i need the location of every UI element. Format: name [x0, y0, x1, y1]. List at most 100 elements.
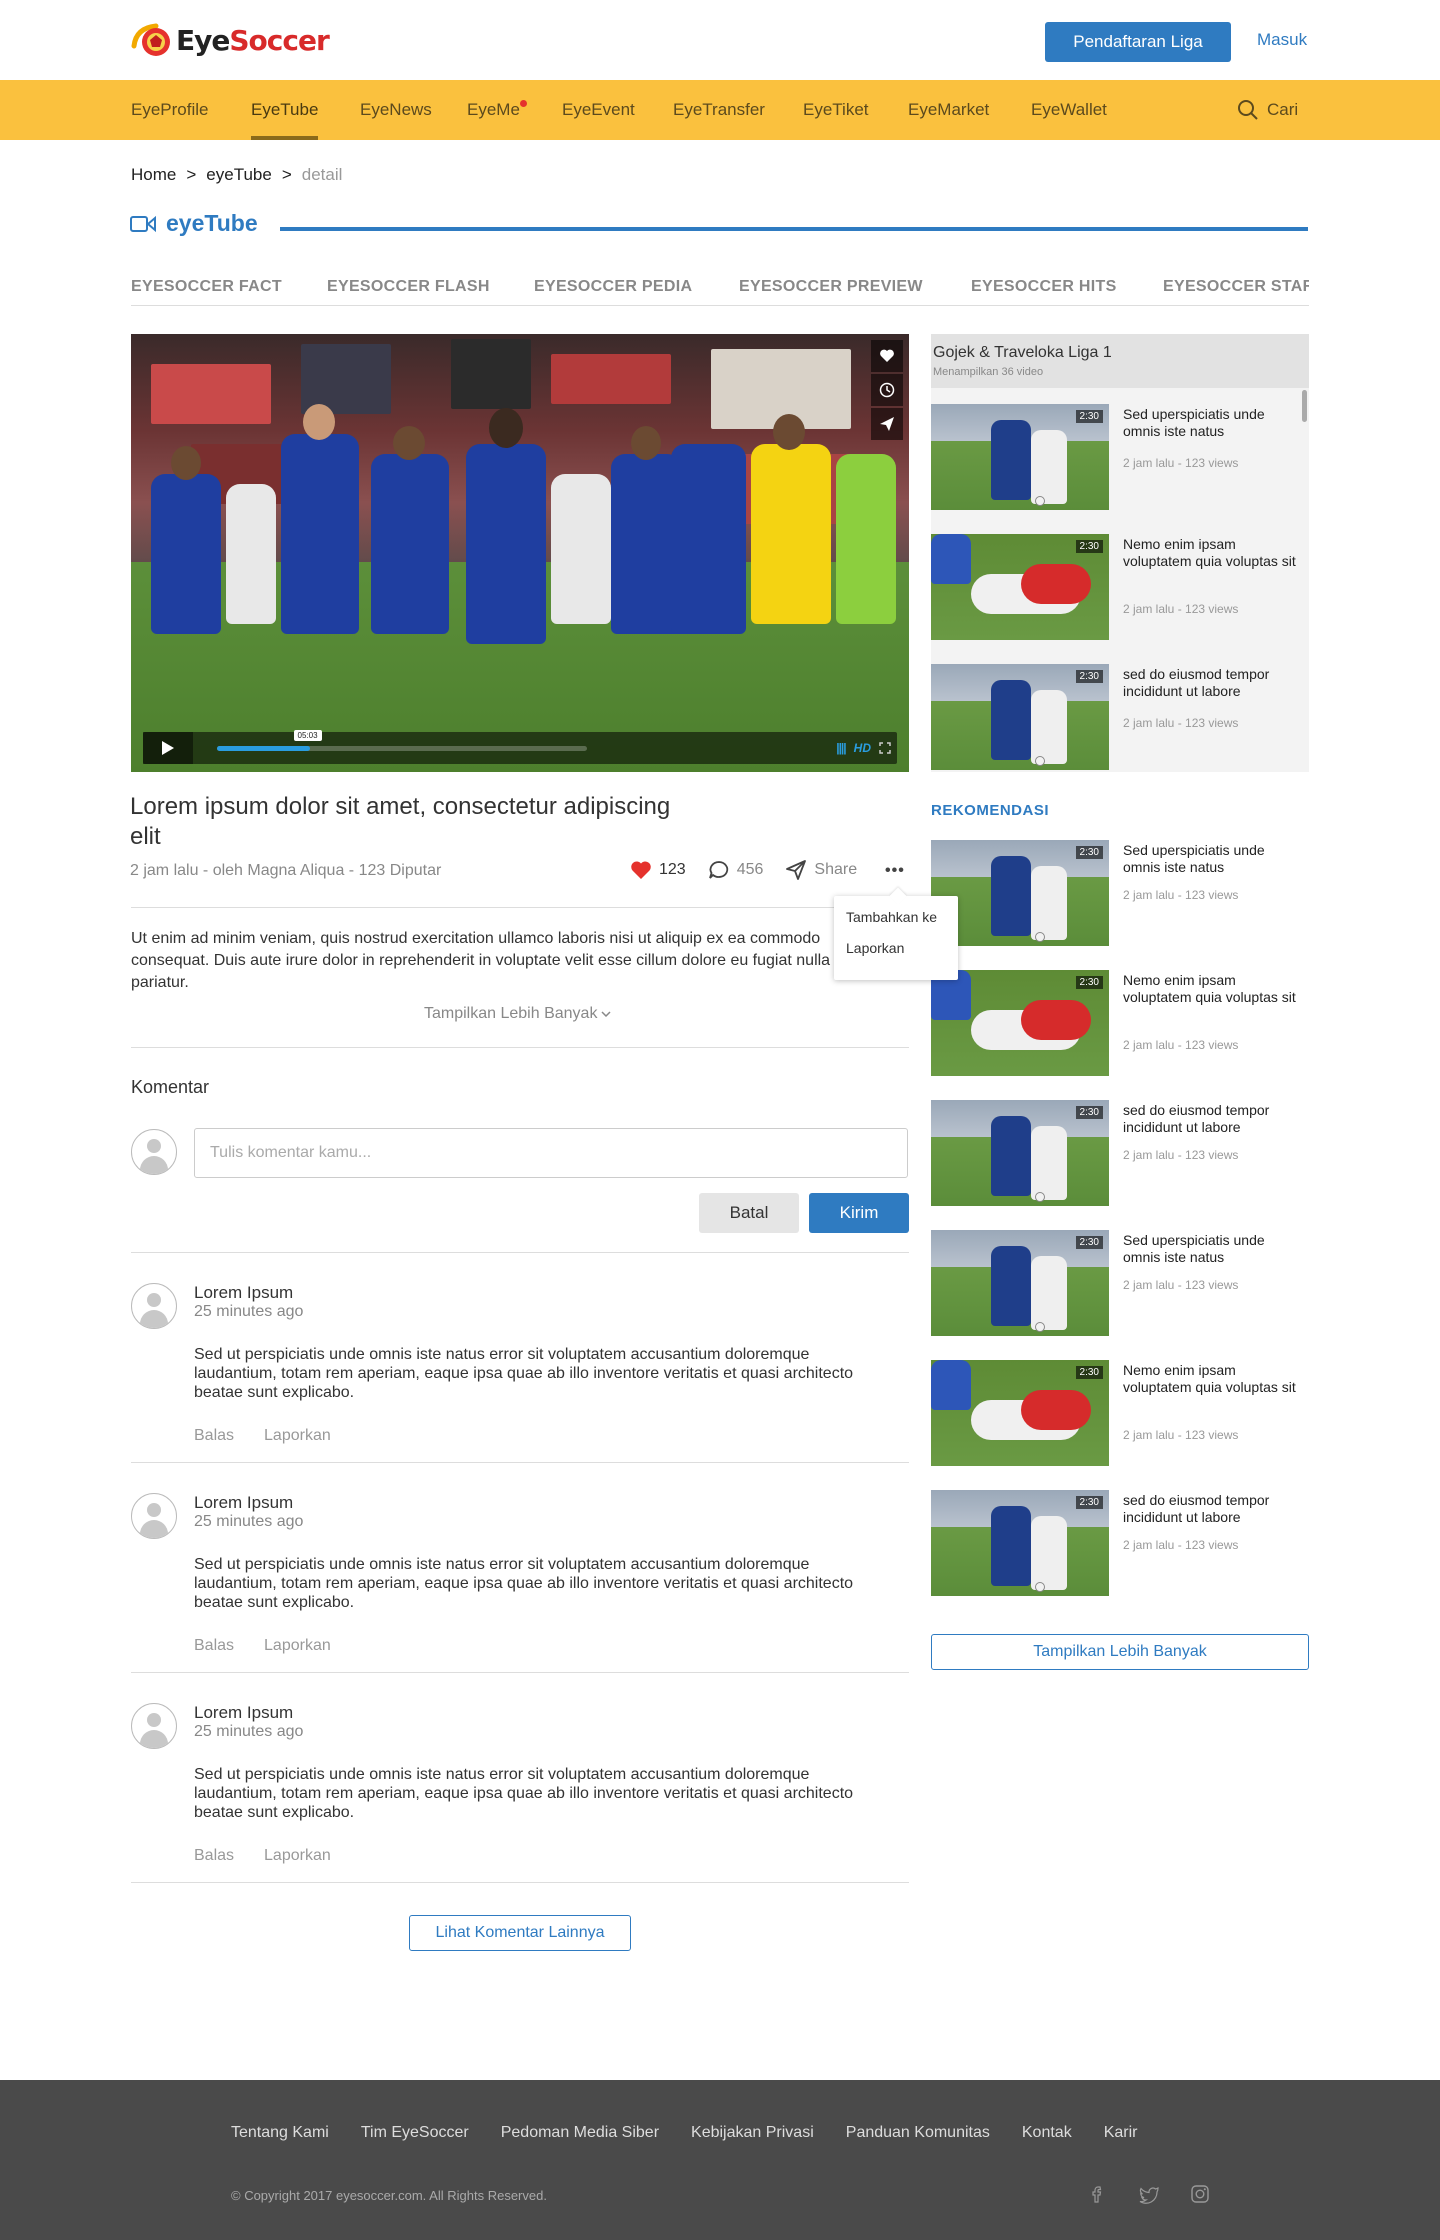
- video-duration: 2:30: [1075, 1366, 1103, 1379]
- reply-button[interactable]: Balas: [194, 1427, 234, 1444]
- logo-text-soccer: Soccer: [229, 23, 329, 57]
- nav-item-eyeprofile[interactable]: EyeProfile: [131, 80, 208, 140]
- cancel-button[interactable]: Batal: [699, 1193, 799, 1233]
- category-tabs: EYESOCCER FACT EYESOCCER FLASH EYESOCCER…: [131, 268, 1309, 306]
- nav-item-eyewallet[interactable]: EyeWallet: [1031, 80, 1107, 140]
- comment-text: Sed ut perspiciatis unde omnis iste natu…: [194, 1346, 854, 1401]
- breadcrumb-current: detail: [301, 165, 343, 184]
- divider: [131, 907, 909, 908]
- nav-item-eyeevent[interactable]: EyeEvent: [562, 80, 635, 140]
- chevron-down-icon: [601, 1011, 611, 1018]
- login-link[interactable]: Masuk: [1257, 30, 1307, 50]
- nav-item-eyeme[interactable]: EyeMe: [467, 80, 527, 140]
- nav-item-eyetiket[interactable]: EyeTiket: [803, 80, 869, 140]
- player-control-bar: 05:03 |||| HD: [143, 730, 897, 764]
- video-thumbnail: 2:30: [931, 970, 1109, 1076]
- register-league-button[interactable]: Pendaftaran Liga: [1045, 22, 1231, 62]
- recommended-item[interactable]: 2:30 Sed uperspiciatis unde omnis iste n…: [931, 840, 1309, 948]
- quality-toggle[interactable]: HD: [854, 741, 871, 755]
- tab-eyesoccer-preview[interactable]: EYESOCCER PREVIEW: [739, 278, 923, 296]
- facebook-icon[interactable]: [1088, 2184, 1108, 2204]
- recommended-item[interactable]: 2:30 sed do eiusmod tempor incididunt ut…: [931, 1490, 1309, 1598]
- playlist-item[interactable]: 2:30 sed do eiusmod tempor incididunt ut…: [931, 664, 1309, 772]
- social-links: [1088, 2184, 1210, 2204]
- show-more-description-button[interactable]: Tampilkan Lebih Banyak: [424, 1005, 611, 1023]
- footer-link-community[interactable]: Panduan Komunitas: [846, 2124, 990, 2142]
- recommended-item[interactable]: 2:30 Nemo enim ipsam voluptatem quia vol…: [931, 970, 1309, 1078]
- more-options-button[interactable]: •••: [885, 862, 905, 880]
- comment-input[interactable]: [194, 1128, 908, 1178]
- recommended-item[interactable]: 2:30 Nemo enim ipsam voluptatem quia vol…: [931, 1360, 1309, 1468]
- more-comments-button[interactable]: Lihat Komentar Lainnya: [409, 1915, 631, 1951]
- video-description: Ut enim ad minim veniam, quis nostrud ex…: [131, 930, 831, 991]
- comment-time: 25 minutes ago: [194, 1303, 304, 1320]
- video-title: Nemo enim ipsam voluptatem quia voluptas…: [1123, 972, 1296, 1005]
- footer-link-contact[interactable]: Kontak: [1022, 2124, 1072, 2142]
- send-comment-button[interactable]: Kirim: [809, 1193, 909, 1233]
- share-video-button[interactable]: [871, 408, 903, 440]
- footer-link-about[interactable]: Tentang Kami: [231, 2124, 329, 2142]
- tab-eyesoccer-hits[interactable]: EYESOCCER HITS: [971, 278, 1117, 296]
- tab-eyesoccer-star[interactable]: EYESOCCER STAR: [1163, 278, 1309, 296]
- nav-item-eyetransfer[interactable]: EyeTransfer: [673, 80, 765, 140]
- comment-count-button[interactable]: 456: [708, 860, 763, 880]
- fullscreen-icon[interactable]: [879, 742, 891, 754]
- divider: [131, 1047, 909, 1048]
- video-title: Sed uperspiciatis unde omnis iste natus: [1123, 1232, 1265, 1265]
- comment-text: Sed ut perspiciatis unde omnis iste natu…: [194, 1556, 854, 1611]
- seek-bar[interactable]: 05:03: [217, 730, 587, 751]
- like-count: 123: [659, 861, 686, 878]
- video-thumbnail: 2:30: [931, 1100, 1109, 1206]
- like-button[interactable]: 123: [630, 860, 686, 880]
- footer-link-team[interactable]: Tim EyeSoccer: [361, 2124, 469, 2142]
- menu-item-add-to[interactable]: Tambahkan ke: [846, 906, 946, 937]
- playlist-item[interactable]: 2:30 Nemo enim ipsam voluptatem quia vol…: [931, 534, 1309, 642]
- playlist-count: Menampilkan 36 video: [933, 366, 1044, 378]
- video-title: Sed uperspiciatis unde omnis iste natus: [1123, 842, 1265, 875]
- twitter-icon[interactable]: [1138, 2184, 1160, 2204]
- video-duration: 2:30: [1075, 670, 1103, 683]
- divider: [131, 1672, 909, 1673]
- video-title: sed do eiusmod tempor incididunt ut labo…: [1123, 1102, 1270, 1135]
- video-title: Sed uperspiciatis unde omnis iste natus: [1123, 406, 1265, 439]
- playlist-item[interactable]: 2:30 Sed uperspiciatis unde omnis iste n…: [931, 404, 1309, 512]
- video-duration: 2:30: [1075, 1496, 1103, 1509]
- report-button[interactable]: Laporkan: [264, 1427, 331, 1444]
- copyright-text: © Copyright 2017 eyesoccer.com. All Righ…: [231, 2188, 547, 2203]
- breadcrumb-eyetube[interactable]: eyeTube: [206, 165, 272, 184]
- menu-item-report[interactable]: Laporkan: [846, 937, 946, 968]
- share-button[interactable]: Share: [785, 860, 857, 880]
- reply-button[interactable]: Balas: [194, 1637, 234, 1654]
- nav-item-eyemarket[interactable]: EyeMarket: [908, 80, 989, 140]
- reply-button[interactable]: Balas: [194, 1847, 234, 1864]
- video-duration: 2:30: [1075, 410, 1103, 423]
- tab-eyesoccer-pedia[interactable]: EYESOCCER PEDIA: [534, 278, 692, 296]
- show-more-recommendations-button[interactable]: Tampilkan Lebih Banyak: [931, 1634, 1309, 1670]
- report-button[interactable]: Laporkan: [264, 1637, 331, 1654]
- breadcrumb-home[interactable]: Home: [131, 165, 176, 184]
- volume-bars-icon[interactable]: ||||: [836, 741, 846, 755]
- nav-item-eyenews[interactable]: EyeNews: [360, 80, 432, 140]
- like-video-button[interactable]: [871, 340, 903, 372]
- tab-eyesoccer-fact[interactable]: EYESOCCER FACT: [131, 278, 282, 296]
- footer-link-career[interactable]: Karir: [1104, 2124, 1138, 2142]
- show-more-label: Tampilkan Lebih Banyak: [424, 1005, 598, 1022]
- recommended-item[interactable]: 2:30 Sed uperspiciatis unde omnis iste n…: [931, 1230, 1309, 1338]
- eyesoccer-logo[interactable]: EyeSoccer: [130, 18, 330, 62]
- footer-link-privacy[interactable]: Kebijakan Privasi: [691, 2124, 814, 2142]
- tab-eyesoccer-flash[interactable]: EYESOCCER FLASH: [327, 278, 490, 296]
- nav-item-eyetube[interactable]: EyeTube: [251, 80, 319, 140]
- search-button[interactable]: Cari: [1237, 80, 1298, 140]
- logo-text-eye: Eye: [176, 23, 230, 57]
- play-button[interactable]: [143, 732, 193, 764]
- video-duration: 2:30: [1075, 1106, 1103, 1119]
- video-meta: 2 jam lalu - 123 views: [1123, 1428, 1239, 1442]
- video-player[interactable]: 05:03 |||| HD: [131, 334, 909, 772]
- footer-link-media-guidelines[interactable]: Pedoman Media Siber: [501, 2124, 659, 2142]
- watch-later-button[interactable]: [871, 374, 903, 406]
- report-button[interactable]: Laporkan: [264, 1847, 331, 1864]
- instagram-icon[interactable]: [1190, 2184, 1210, 2204]
- recommended-item[interactable]: 2:30 sed do eiusmod tempor incididunt ut…: [931, 1100, 1309, 1208]
- search-label: Cari: [1267, 100, 1299, 119]
- playlist-header: Gojek & Traveloka Liga 1 Menampilkan 36 …: [931, 334, 1309, 388]
